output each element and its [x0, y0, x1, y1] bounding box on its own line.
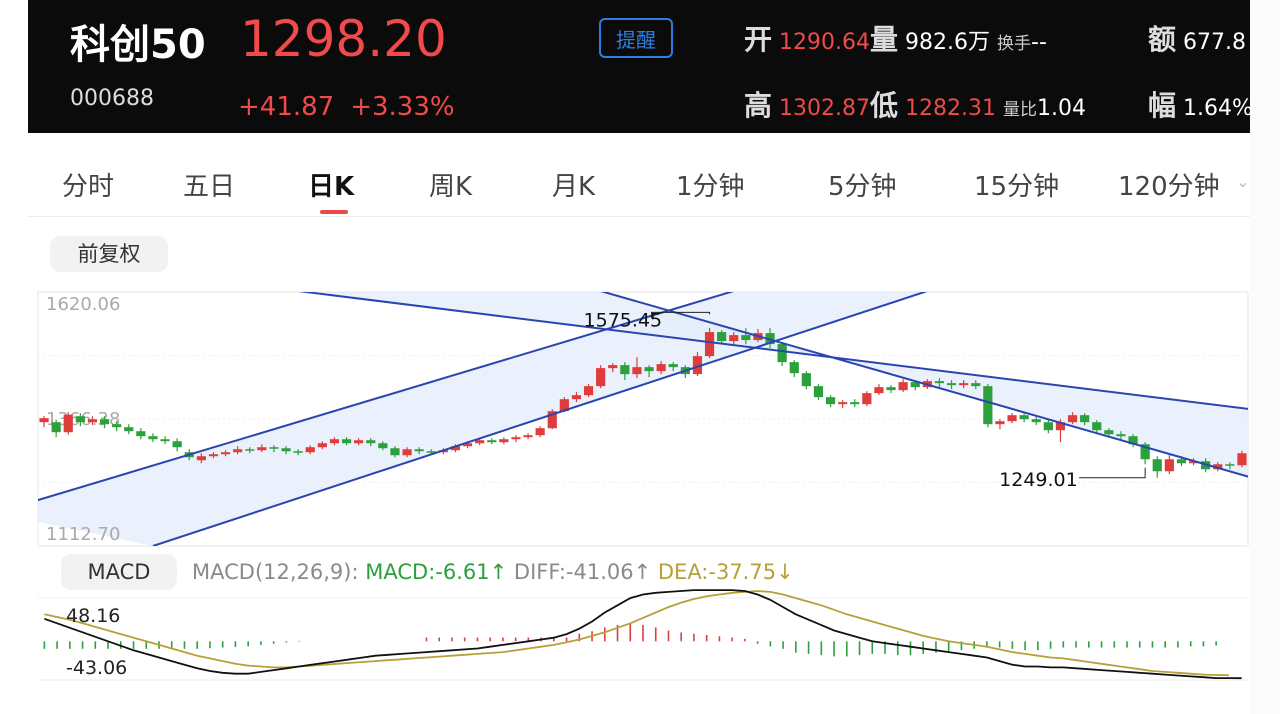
candle-body: [801, 373, 811, 387]
candle-body: [898, 382, 908, 391]
candle-body: [535, 428, 545, 436]
candle-body: [305, 447, 315, 453]
candle-body: [1237, 453, 1247, 466]
annotation-leader: [1079, 467, 1146, 479]
candle-body: [583, 386, 594, 396]
candle-body: [1031, 419, 1041, 423]
candle-body: [1080, 415, 1090, 423]
candle-body: [1116, 434, 1126, 437]
dea-value: DEA:-37.75↓: [657, 560, 794, 584]
candle-body: [620, 365, 630, 375]
candle-body: [160, 439, 170, 442]
candle-body: [825, 397, 836, 405]
candle-body: [729, 335, 739, 342]
candle-body: [1152, 459, 1162, 472]
candle-body: [1007, 415, 1017, 422]
candle-body: [608, 365, 618, 369]
candle-body: [1176, 459, 1187, 464]
y-tick-label: 1112.70: [46, 524, 120, 545]
candle-body: [704, 332, 715, 357]
candle-body: [717, 332, 727, 342]
candle-body: [1067, 415, 1078, 423]
candle-body: [934, 381, 945, 384]
macd-params: MACD(12,26,9):: [192, 560, 359, 584]
candle-body: [499, 439, 509, 443]
candle-body: [329, 439, 340, 444]
candle-body: [414, 449, 424, 452]
candle-body: [862, 393, 872, 405]
candle-body: [656, 364, 666, 372]
macd-value: MACD:-6.61↑: [365, 560, 508, 584]
macd-y-tick-label: 48.16: [66, 605, 120, 627]
candle-body: [487, 440, 497, 443]
candle-body: [959, 383, 969, 386]
candle-body: [971, 383, 981, 387]
candle-body: [1019, 415, 1029, 420]
candle-body: [777, 344, 787, 363]
candle-body: [257, 447, 267, 451]
candle-body: [1225, 464, 1235, 466]
candle-body: [1092, 422, 1102, 431]
candle-body: [148, 436, 158, 440]
candle-body: [995, 421, 1005, 425]
candle-body: [293, 451, 303, 453]
candle-body: [632, 367, 642, 375]
candle-body: [196, 456, 206, 461]
candle-body: [39, 418, 49, 423]
candle-body: [51, 422, 61, 433]
candle-body: [874, 387, 884, 394]
candle-body: [208, 454, 219, 457]
candle-body: [390, 448, 400, 456]
macd-values: MACD(12,26,9): MACD:-6.61↑ DIFF:-41.06↑ …: [192, 560, 794, 584]
scroll-edge: [1250, 0, 1280, 714]
candle-body: [172, 441, 182, 448]
candle-body: [1164, 459, 1174, 472]
trend-line: [600, 292, 1248, 478]
candle-body: [136, 431, 146, 437]
candle-body: [402, 449, 412, 456]
candle-body: [233, 449, 243, 453]
candle-body: [269, 447, 279, 449]
candle-body: [983, 386, 993, 425]
macd-y-tick-label: -43.06: [66, 657, 127, 679]
high-annotation: 1575.45: [584, 309, 663, 331]
low-annotation: 1249.01: [999, 469, 1078, 491]
diff-value: DIFF:-41.06↑: [513, 560, 652, 584]
candle-body: [366, 440, 376, 444]
candle-body: [99, 419, 110, 425]
candle-body: [886, 387, 896, 391]
candle-body: [1104, 430, 1114, 435]
candle-body: [112, 424, 122, 428]
candle-body: [354, 440, 364, 444]
candle-body: [87, 419, 98, 423]
candle-body: [850, 402, 860, 405]
dea-line: [44, 590, 1229, 677]
candle-body: [124, 427, 134, 432]
y-tick-label: 1620.06: [46, 294, 120, 315]
candle-body: [596, 368, 606, 387]
candle-body: [245, 449, 255, 451]
candle-body: [838, 402, 848, 405]
candle-body: [946, 383, 957, 386]
candle-body: [475, 440, 485, 444]
candle-body: [75, 416, 85, 423]
candle-body: [523, 435, 533, 438]
candle-body: [511, 437, 521, 440]
candle-body: [378, 443, 388, 449]
macd-indicator-button[interactable]: MACD: [61, 554, 177, 590]
chart-canvas: 1620.061366.381112.701575.451249.0148.16…: [37, 291, 1249, 681]
candle-body: [220, 452, 231, 455]
candle-body: [341, 439, 352, 444]
candle-body: [813, 386, 824, 398]
candle-body: [281, 448, 291, 452]
candle-body: [1043, 422, 1053, 431]
candle-body: [668, 364, 678, 368]
candle-body: [741, 335, 751, 341]
candle-body: [571, 395, 582, 400]
candle-body: [63, 414, 73, 433]
candle-body: [317, 443, 327, 448]
candle-body: [789, 362, 799, 374]
candle-body: [644, 367, 654, 372]
